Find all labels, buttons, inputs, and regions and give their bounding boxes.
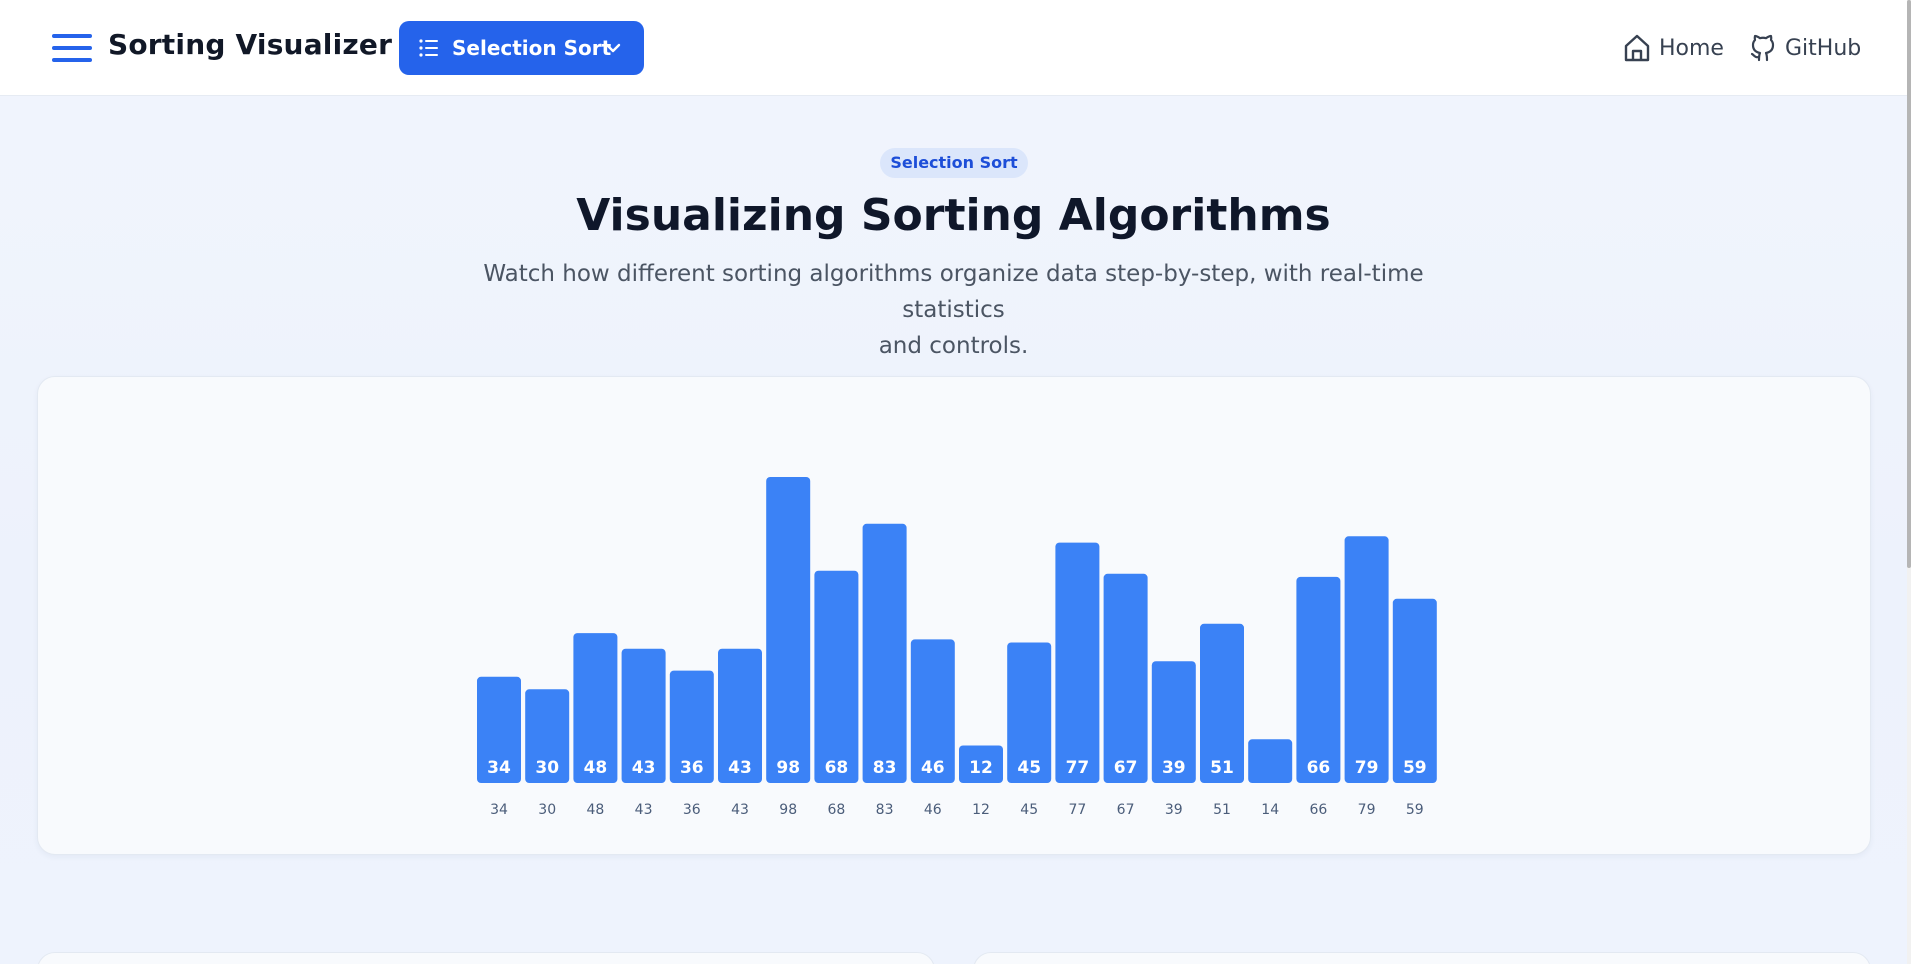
hamburger-menu-icon[interactable] — [52, 31, 92, 65]
x-tick-label: 46 — [924, 802, 942, 818]
bar-value-label: 66 — [1307, 758, 1331, 778]
nav-home-label: Home — [1659, 35, 1724, 61]
top-navbar: Sorting Visualizer Selection Sort Home G… — [0, 0, 1907, 96]
nav-home-link[interactable]: Home — [1623, 30, 1724, 66]
bar-value-label: 98 — [776, 758, 800, 778]
bar-value-label: 30 — [535, 758, 559, 778]
x-tick-label: 67 — [1117, 802, 1135, 818]
list-icon — [419, 39, 438, 57]
x-tick-label: 12 — [972, 802, 990, 818]
bar-value-label: 12 — [969, 758, 993, 778]
home-icon — [1624, 34, 1650, 62]
bar-7 — [814, 570, 859, 783]
x-tick-label: 83 — [876, 802, 894, 818]
algorithm-select-button[interactable]: Selection Sort — [399, 21, 644, 75]
visualization-card: 34 34 30 30 48 48 43 43 36 36 43 43 98 98 68 68 83 83 46 46… — [37, 376, 1871, 855]
bar-value-label: 43 — [728, 758, 752, 778]
bar-value-label: 79 — [1355, 758, 1379, 778]
bar-value-label: 83 — [873, 758, 897, 778]
stats-card — [37, 952, 935, 964]
x-tick-label: 36 — [683, 802, 701, 818]
bar-value-label: 77 — [1066, 758, 1090, 778]
page-subtitle: Watch how different sorting algorithms o… — [440, 256, 1467, 364]
bar-value-label: 45 — [1017, 758, 1041, 778]
bar-12 — [1055, 542, 1100, 783]
bar-13 — [1103, 573, 1148, 783]
chevron-down-icon — [605, 43, 621, 53]
x-tick-label: 59 — [1406, 802, 1424, 818]
x-tick-label: 34 — [490, 802, 508, 818]
x-tick-label: 43 — [635, 802, 653, 818]
bar-17 — [1296, 576, 1341, 783]
bar-value-label: 36 — [680, 758, 704, 778]
bar-value-label: 34 — [487, 758, 511, 778]
x-tick-label: 14 — [1261, 802, 1279, 818]
bar-8 — [862, 523, 907, 783]
bar-18 — [1344, 536, 1389, 783]
bar-value-label: 46 — [921, 758, 945, 778]
scrollbar-thumb[interactable] — [1907, 0, 1911, 568]
current-algorithm-badge: Selection Sort — [880, 148, 1028, 178]
page-subtitle-line1: Watch how different sorting algorithms o… — [483, 261, 1424, 323]
bar-value-label: 43 — [632, 758, 656, 778]
github-icon — [1750, 34, 1775, 62]
page-title: Visualizing Sorting Algorithms — [576, 190, 1331, 241]
nav-github-link[interactable]: GitHub — [1749, 30, 1861, 66]
page: Sorting Visualizer Selection Sort Home G… — [0, 0, 1911, 964]
x-tick-label: 39 — [1165, 802, 1183, 818]
bar-value-label: 67 — [1114, 758, 1138, 778]
bar-value-label: 51 — [1210, 758, 1234, 778]
bar-6 — [766, 477, 811, 783]
x-tick-label: 43 — [731, 802, 749, 818]
controls-card — [973, 952, 1871, 964]
bar-value-label: 59 — [1403, 758, 1427, 778]
bar-19 — [1392, 598, 1437, 783]
x-tick-label: 66 — [1309, 802, 1327, 818]
x-tick-label: 68 — [827, 802, 845, 818]
bar-value-label: 48 — [584, 758, 608, 778]
x-tick-label: 79 — [1358, 802, 1376, 818]
x-tick-label: 48 — [586, 802, 604, 818]
page-subtitle-line2: and controls. — [878, 333, 1029, 359]
x-tick-label: 45 — [1020, 802, 1038, 818]
bar-16 — [1248, 739, 1293, 783]
x-tick-label: 30 — [538, 802, 556, 818]
app-title: Sorting Visualizer — [108, 28, 393, 61]
x-tick-label: 98 — [779, 802, 797, 818]
x-tick-label: 77 — [1068, 802, 1086, 818]
bar-value-label: 39 — [1162, 758, 1186, 778]
sorting-bar-chart: 34 34 30 30 48 48 43 43 36 36 43 43 98 98 68 68 83 83 46 46… — [477, 477, 1437, 818]
bar-value-label: 68 — [825, 758, 849, 778]
algorithm-select-label: Selection Sort — [452, 36, 612, 60]
x-tick-label: 51 — [1213, 802, 1231, 818]
nav-github-label: GitHub — [1785, 35, 1862, 61]
